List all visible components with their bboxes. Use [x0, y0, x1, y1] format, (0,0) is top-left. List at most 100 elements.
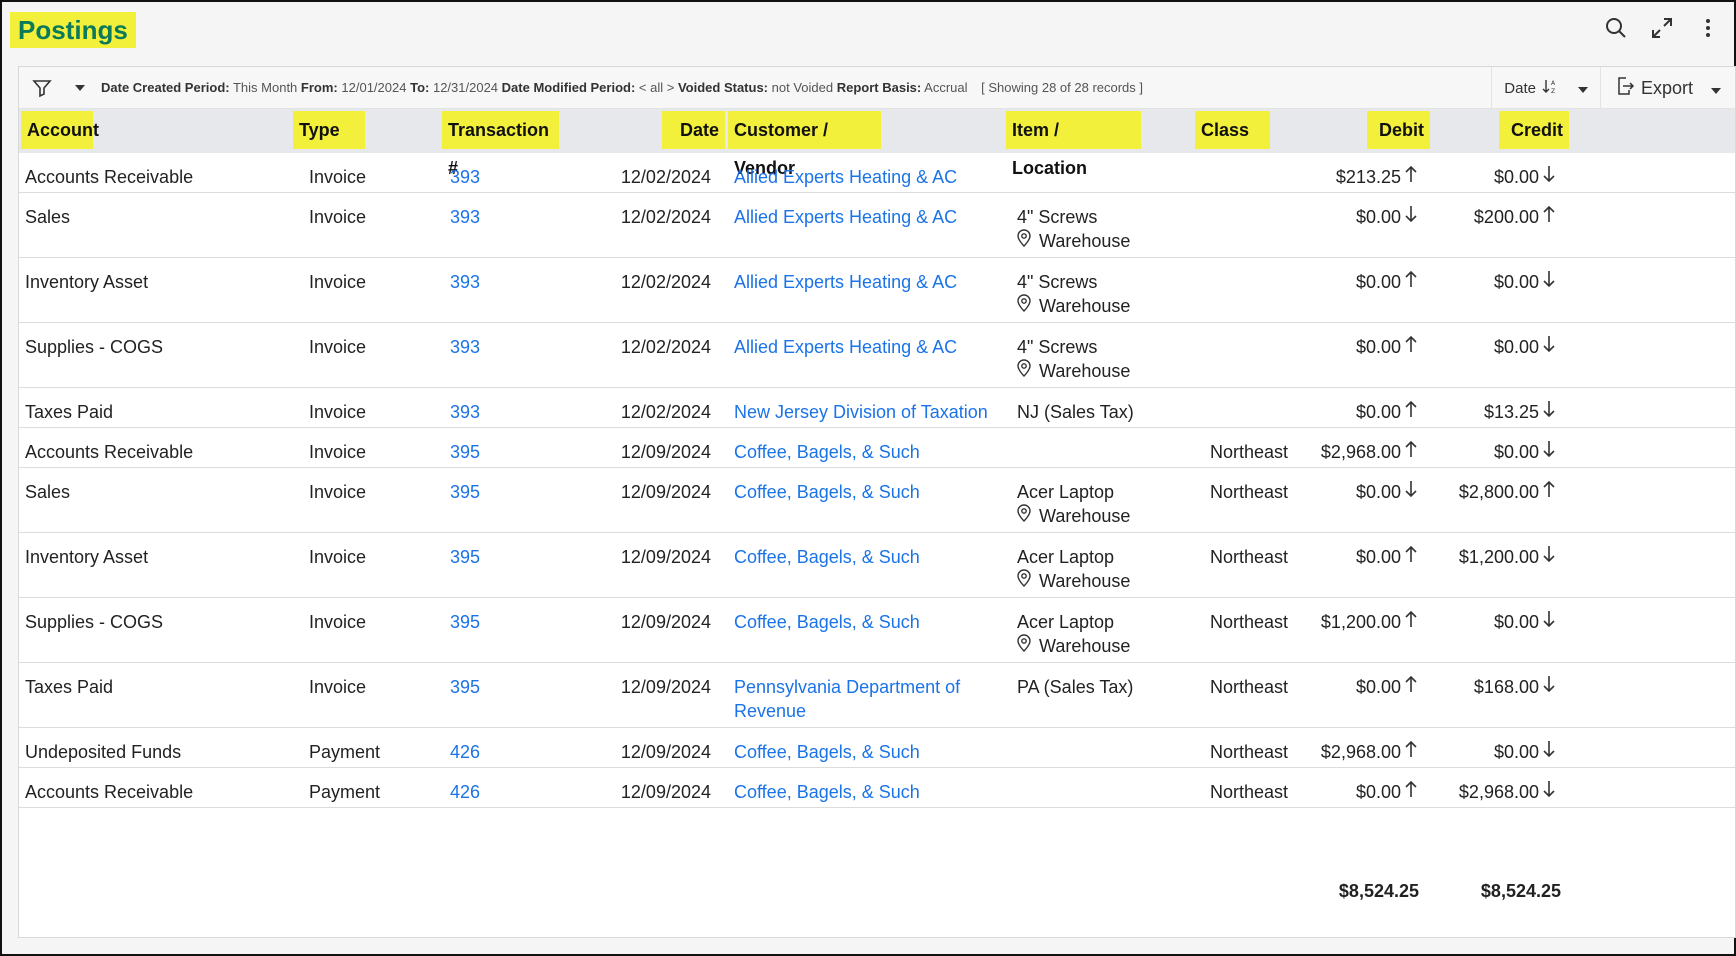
customer-vendor-link[interactable]: Allied Experts Heating & AC: [734, 205, 957, 229]
transaction-link[interactable]: 393: [450, 335, 480, 359]
table-row[interactable]: Supplies - COGS Invoice 395 12/09/2024 Coffe…: [19, 598, 1735, 663]
arrow-down-icon: [1543, 740, 1555, 765]
transaction-link[interactable]: 426: [450, 780, 480, 804]
credit-amount: $0.00: [1493, 272, 1539, 292]
transaction-link[interactable]: 393: [450, 270, 480, 294]
cell-type: Invoice: [309, 272, 367, 292]
cell-credit: $0.00: [1389, 270, 1555, 295]
item-name: PA (Sales Tax): [1017, 677, 1134, 697]
table-row[interactable]: Inventory Asset Invoice 393 12/02/2024 Allie…: [19, 258, 1735, 323]
table-row[interactable]: Sales Invoice 395 12/09/2024 Coffee, Bagels,…: [19, 468, 1735, 533]
customer-vendor-link[interactable]: Coffee, Bagels, & Such: [734, 480, 920, 504]
transaction-link[interactable]: 395: [450, 610, 480, 634]
vendor-name: New Jersey Division of Taxation: [734, 402, 988, 422]
filter-icon[interactable]: [19, 67, 65, 109]
table-row[interactable]: Inventory Asset Invoice 395 12/09/2024 Coffe…: [19, 533, 1735, 598]
cell-date: 12/09/2024: [620, 742, 711, 762]
transaction-link[interactable]: 426: [450, 740, 480, 764]
vendor-name: Allied Experts Heating & AC: [734, 272, 958, 292]
table-row[interactable]: Undeposited Funds Payment 426 12/09/2024 Cof…: [19, 728, 1735, 768]
customer-vendor-link[interactable]: Coffee, Bagels, & Such: [734, 780, 920, 804]
vendor-name-line2: Revenue: [734, 701, 807, 721]
arrow-down-icon: [1543, 270, 1555, 295]
transaction-link[interactable]: 393: [450, 165, 480, 189]
cell-item-location: Acer Laptop Warehouse: [1017, 545, 1130, 593]
cell-account: Supplies - COGS: [25, 612, 164, 632]
column-header-date[interactable]: Date: [662, 111, 725, 149]
column-header-debit[interactable]: Debit: [1367, 111, 1430, 149]
table-row[interactable]: Taxes Paid Invoice 393 12/02/2024 New Jersey…: [19, 388, 1735, 428]
cell-account: Inventory Asset: [25, 272, 149, 292]
location-pin-icon: [1017, 634, 1031, 658]
column-header-item-location[interactable]: Item / Location: [1006, 111, 1141, 178]
transaction-link[interactable]: 395: [450, 675, 480, 699]
customer-vendor-link[interactable]: Allied Experts Heating & AC: [734, 270, 957, 294]
filter-dropdown-caret-icon[interactable]: [65, 67, 95, 109]
filter-label: Date Modified Period:: [501, 80, 636, 95]
cell-date: 12/09/2024: [620, 547, 711, 567]
customer-vendor-link[interactable]: Allied Experts Heating & AC: [734, 335, 957, 359]
item-name: Acer Laptop: [1017, 547, 1115, 567]
customer-vendor-link[interactable]: Pennsylvania Department of Revenue: [734, 675, 960, 723]
credit-amount: $0.00: [1493, 742, 1539, 762]
filter-toolbar: Date Created Period: This Month From: 12…: [19, 67, 1735, 109]
customer-vendor-link[interactable]: New Jersey Division of Taxation: [734, 400, 988, 424]
cell-date: 12/02/2024: [620, 207, 711, 227]
transaction-link[interactable]: 395: [450, 545, 480, 569]
table-row[interactable]: Accounts Receivable Payment 426 12/09/2024 C…: [19, 768, 1735, 808]
transaction-link[interactable]: 395: [450, 480, 480, 504]
column-header-credit[interactable]: Credit: [1499, 111, 1569, 149]
cell-credit: $2,968.00: [1389, 780, 1555, 805]
transaction-link[interactable]: 393: [450, 205, 480, 229]
column-header-type[interactable]: Type: [293, 111, 365, 149]
column-header-customer-vendor[interactable]: Customer / Vendor: [728, 111, 881, 178]
cell-date: 12/02/2024: [620, 337, 711, 357]
customer-vendor-link[interactable]: Coffee, Bagels, & Such: [734, 740, 920, 764]
total-credit: $8,524.25: [1480, 881, 1561, 901]
credit-amount: $13.25: [1483, 402, 1539, 422]
cell-account: Accounts Receivable: [25, 442, 194, 462]
credit-amount: $1,200.00: [1458, 547, 1539, 567]
cell-account: Sales: [25, 207, 71, 227]
location-name: Warehouse: [1039, 506, 1131, 526]
customer-vendor-link[interactable]: Coffee, Bagels, & Such: [734, 545, 920, 569]
vendor-name: Coffee, Bagels, & Such: [734, 482, 920, 502]
transaction-link[interactable]: 395: [450, 440, 480, 464]
customer-vendor-link[interactable]: Allied Experts Heating & AC: [734, 165, 957, 189]
item-name: 4" Screws: [1017, 272, 1098, 292]
item-name: 4" Screws: [1017, 337, 1098, 357]
cell-credit: $200.00: [1389, 205, 1555, 230]
table-row[interactable]: Accounts Receivable Invoice 393 12/02/2024 A…: [19, 153, 1735, 193]
table-row[interactable]: Taxes Paid Invoice 395 12/09/2024 Pennsylvan…: [19, 663, 1735, 728]
transaction-link[interactable]: 393: [450, 400, 480, 424]
expand-icon[interactable]: [1648, 14, 1676, 42]
sort-select[interactable]: Date AZ: [1491, 67, 1600, 109]
customer-vendor-link[interactable]: Coffee, Bagels, & Such: [734, 440, 920, 464]
export-button[interactable]: Export: [1599, 67, 1735, 109]
cell-date: 12/09/2024: [620, 442, 711, 462]
table-row[interactable]: Supplies - COGS Invoice 393 12/02/2024 Allie…: [19, 323, 1735, 388]
table-row[interactable]: Accounts Receivable Invoice 395 12/09/2024 C…: [19, 428, 1735, 468]
vendor-name: Coffee, Bagels, & Such: [734, 547, 920, 567]
cell-type: Invoice: [309, 442, 367, 462]
vendor-name: Coffee, Bagels, & Such: [734, 782, 920, 802]
search-icon[interactable]: [1602, 14, 1630, 42]
filter-label: From:: [300, 80, 338, 95]
column-header-class[interactable]: Class: [1195, 111, 1270, 149]
filter-summary: Date Created Period: This Month From: 12…: [101, 80, 1143, 95]
column-header-transaction[interactable]: Transaction #: [442, 111, 559, 178]
sort-label: Date: [1504, 79, 1536, 97]
vendor-name: Coffee, Bagels, & Such: [734, 742, 920, 762]
cell-type: Invoice: [309, 207, 367, 227]
table-row[interactable]: Sales Invoice 393 12/02/2024 Allied Experts …: [19, 193, 1735, 258]
cell-account: Inventory Asset: [25, 547, 149, 567]
more-vertical-icon[interactable]: [1694, 14, 1722, 42]
cell-type: Invoice: [309, 612, 367, 632]
column-header-account[interactable]: Account: [21, 111, 99, 149]
cell-item-location: Acer Laptop Warehouse: [1017, 610, 1130, 658]
cell-credit: $0.00: [1389, 610, 1555, 635]
cell-credit: $0.00: [1389, 165, 1555, 190]
cell-date: 12/02/2024: [620, 402, 711, 422]
customer-vendor-link[interactable]: Coffee, Bagels, & Such: [734, 610, 920, 634]
arrow-down-icon: [1543, 440, 1555, 465]
